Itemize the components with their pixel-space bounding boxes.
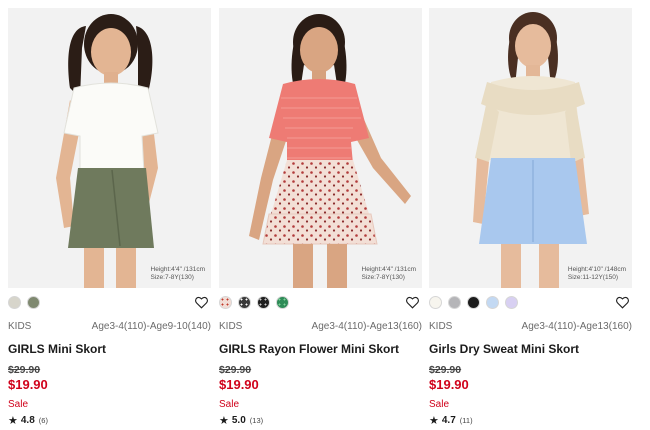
- category-label: KIDS: [429, 321, 453, 332]
- model-size-note: Height:4'4" /131cm Size:7-8Y(130): [151, 266, 206, 282]
- product-title[interactable]: Girls Dry Sweat Mini Skort: [429, 342, 632, 356]
- review-count: (6): [38, 416, 48, 425]
- sale-badge: Sale: [219, 399, 240, 410]
- rating: ★ 4.8 (6): [8, 414, 211, 427]
- product-image[interactable]: Height:4'4" /131cm Size:7-8Y(130): [8, 8, 211, 288]
- model-height: Height:4'4" /131cm: [150, 266, 206, 273]
- product-meta: KIDS Age3-4(110)-Age13(160): [219, 321, 422, 333]
- product-image[interactable]: Height:4'4" /131cm Size:7-8Y(130): [219, 8, 422, 288]
- color-swatch[interactable]: [257, 296, 270, 309]
- color-swatch[interactable]: [505, 296, 518, 309]
- original-price: $29.90: [429, 364, 462, 376]
- rating: ★ 5.0 (13): [219, 414, 422, 427]
- rating-value: 5.0: [231, 415, 246, 426]
- rating-value: 4.8: [20, 415, 35, 426]
- model-size: Size:11-12Y(150): [567, 274, 618, 281]
- sale-badge: Sale: [429, 399, 450, 410]
- star-icon: ★: [429, 415, 439, 427]
- product-title[interactable]: GIRLS Mini Skort: [8, 342, 211, 356]
- star-icon: ★: [8, 415, 18, 427]
- heart-icon[interactable]: [615, 295, 630, 310]
- color-swatch[interactable]: [276, 296, 289, 309]
- heart-icon[interactable]: [194, 295, 209, 310]
- age-range: Age3-4(110)-Age13(160): [311, 321, 422, 332]
- sale-badge: Sale: [8, 399, 29, 410]
- product-title[interactable]: GIRLS Rayon Flower Mini Skort: [219, 342, 422, 356]
- product-image[interactable]: Height:4'10" /148cm Size:11-12Y(150): [429, 8, 632, 288]
- star-icon: ★: [219, 415, 229, 427]
- model-height: Height:4'4" /131cm: [361, 266, 417, 273]
- product-meta: KIDS Age3-4(110)-Age9-10(140): [8, 321, 211, 333]
- product-meta: KIDS Age3-4(110)-Age13(160): [429, 321, 632, 333]
- model-size: Size:7-8Y(130): [150, 274, 194, 281]
- color-swatch[interactable]: [467, 296, 480, 309]
- model-photo-illustration: [219, 8, 422, 288]
- rating-value: 4.7: [441, 415, 456, 426]
- age-range: Age3-4(110)-Age13(160): [521, 321, 632, 332]
- original-price: $29.90: [8, 364, 41, 376]
- model-size-note: Height:4'4" /131cm Size:7-8Y(130): [362, 266, 417, 282]
- original-price: $29.90: [219, 364, 252, 376]
- model-size: Size:7-8Y(130): [361, 274, 405, 281]
- rating: ★ 4.7 (11): [429, 414, 632, 427]
- color-swatches: [219, 296, 422, 310]
- model-height: Height:4'10" /148cm: [567, 266, 626, 273]
- product-card[interactable]: Height:4'4" /131cm Size:7-8Y(130) KIDS A…: [219, 8, 422, 427]
- color-swatch[interactable]: [219, 296, 232, 309]
- category-label: KIDS: [8, 321, 32, 332]
- review-count: (11): [459, 416, 473, 425]
- color-swatch[interactable]: [429, 296, 442, 309]
- review-count: (13): [249, 416, 264, 425]
- color-swatch[interactable]: [27, 296, 40, 309]
- product-card[interactable]: Height:4'4" /131cm Size:7-8Y(130) KIDS A…: [8, 8, 211, 427]
- model-size-note: Height:4'10" /148cm Size:11-12Y(150): [568, 266, 626, 282]
- sale-price: $19.90: [219, 377, 259, 392]
- color-swatches: [8, 296, 211, 310]
- sale-price: $19.90: [8, 377, 48, 392]
- category-label: KIDS: [219, 321, 243, 332]
- color-swatches: [429, 296, 632, 310]
- model-photo-illustration: [8, 8, 211, 288]
- age-range: Age3-4(110)-Age9-10(140): [91, 321, 211, 332]
- model-photo-illustration: [429, 8, 632, 288]
- product-card[interactable]: Height:4'10" /148cm Size:11-12Y(150) KID…: [429, 8, 632, 427]
- color-swatch[interactable]: [8, 296, 21, 309]
- sale-price: $19.90: [429, 377, 469, 392]
- heart-icon[interactable]: [405, 295, 420, 310]
- color-swatch[interactable]: [448, 296, 461, 309]
- color-swatch[interactable]: [486, 296, 499, 309]
- color-swatch[interactable]: [238, 296, 251, 309]
